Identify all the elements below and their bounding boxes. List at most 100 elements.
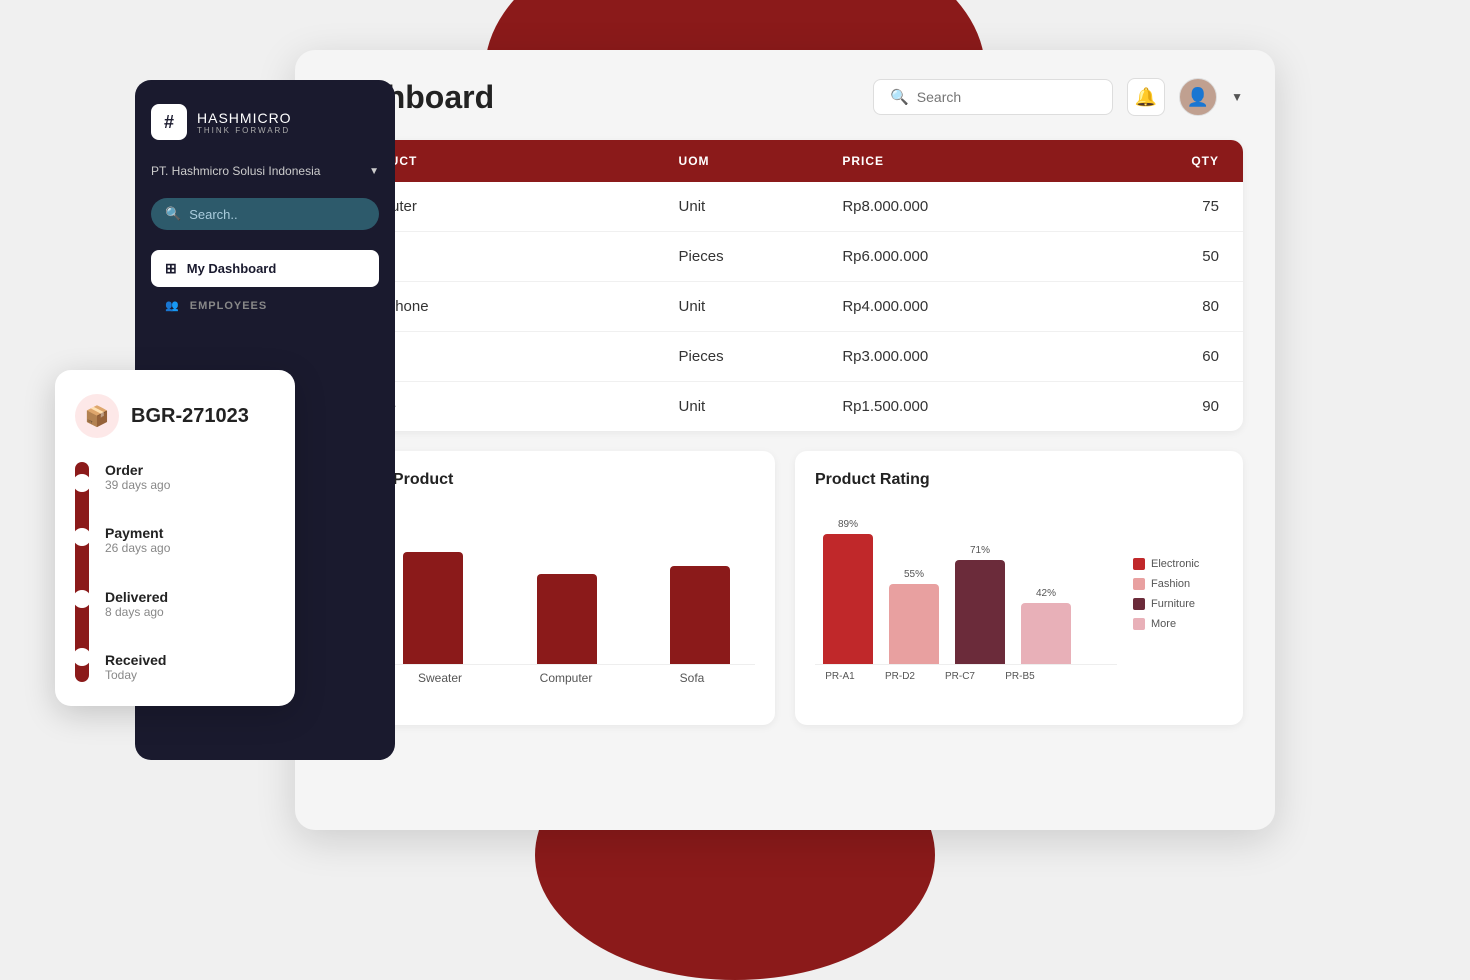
timeline-bar	[75, 462, 89, 682]
table-row: Computer Unit Rp8.000.000 75	[327, 182, 1243, 232]
scene: # HASHMICRO THINK FORWARD PT. Hashmicro …	[135, 50, 1335, 850]
cell-qty: 75	[1088, 198, 1219, 215]
rating-chart-inner: 89% 55% 71%	[815, 505, 1117, 665]
cell-price: Rp4.000.000	[842, 298, 1088, 315]
cell-uom: Unit	[679, 198, 843, 215]
bar-sofa	[645, 566, 755, 664]
user-avatar[interactable]: 👤	[1179, 78, 1217, 116]
tracker-timeline: Order 39 days ago Payment 26 days ago De…	[75, 462, 275, 682]
x-label-prb5: PR-B5	[995, 671, 1045, 682]
notification-button[interactable]: 🔔	[1127, 78, 1165, 116]
legend-label-fashion: Fashion	[1151, 578, 1190, 590]
legend-dot-electronic	[1133, 558, 1145, 570]
chevron-down-icon: ▼	[369, 166, 379, 177]
top3-chart-title: Top 3 Product	[347, 471, 755, 489]
x-axis-labels: Sweater Computer Sofa	[347, 671, 755, 685]
rating-bar-c7: 71%	[955, 545, 1005, 664]
cell-uom: Unit	[679, 398, 843, 415]
logo-area: # HASHMICRO THINK FORWARD	[151, 104, 379, 140]
cell-qty: 80	[1088, 298, 1219, 315]
sidebar-item-dashboard[interactable]: ⊞ My Dashboard	[151, 250, 379, 287]
search-bar[interactable]: 🔍	[873, 79, 1113, 115]
cell-qty: 50	[1088, 248, 1219, 265]
x-label-prc7: PR-C7	[935, 671, 985, 682]
timeline-dot-4	[73, 648, 91, 666]
top3-bar-chart: 80 60 40 20 0	[347, 505, 755, 705]
rating-chart-title: Product Rating	[815, 471, 1223, 489]
timeline-dot-2	[73, 528, 91, 546]
sidebar-search-bar[interactable]: 🔍	[151, 198, 379, 230]
rating-bar-c7-rect	[955, 560, 1005, 664]
cell-product: Sofa	[351, 248, 679, 265]
cell-product: Kursi	[351, 348, 679, 365]
main-panel: Dashboard 🔍 🔔 👤 ▼ PRODUCT UoM PRI	[295, 50, 1275, 830]
step-name-received: Received	[105, 652, 170, 668]
rating-bar-a1-rect	[823, 534, 873, 664]
tracker-icon: 📦	[75, 394, 119, 438]
table-row: Sofa Pieces Rp6.000.000 50	[327, 232, 1243, 282]
cell-product: Mouse	[351, 398, 679, 415]
logo-tagline: THINK FORWARD	[197, 126, 292, 135]
bar-sweater-rect	[403, 552, 463, 664]
cell-price: Rp6.000.000	[842, 248, 1088, 265]
step-name-delivered: Delivered	[105, 589, 170, 605]
cell-uom: Unit	[679, 298, 843, 315]
legend-label-furniture: Furniture	[1151, 598, 1195, 610]
table-row: Handphone Unit Rp4.000.000 80	[327, 282, 1243, 332]
rating-pct-b5: 42%	[1036, 588, 1056, 599]
rating-bars-area: 89% 55% 71%	[815, 505, 1117, 682]
table-row: Kursi Pieces Rp3.000.000 60	[327, 332, 1243, 382]
rating-legend: Electronic Fashion Furniture More	[1133, 505, 1223, 682]
col-price: PRICE	[842, 154, 1088, 168]
step-name-order: Order	[105, 462, 170, 478]
x-label-pra1: PR-A1	[815, 671, 865, 682]
legend-item-fashion: Fashion	[1133, 578, 1223, 590]
timeline-step-payment: Payment 26 days ago	[105, 525, 170, 583]
legend-dot-more	[1133, 618, 1145, 630]
search-input[interactable]	[917, 89, 1096, 105]
logo-icon: #	[151, 104, 187, 140]
package-icon: 📦	[85, 404, 110, 429]
step-time-order: 39 days ago	[105, 478, 170, 492]
avatar-icon: 👤	[1187, 87, 1209, 108]
rating-chart-body: 89% 55% 71%	[815, 505, 1223, 682]
bell-icon: 🔔	[1135, 87, 1157, 108]
timeline-dot-1	[73, 474, 91, 492]
rating-bar-a1: 89%	[823, 519, 873, 664]
cell-qty: 60	[1088, 348, 1219, 365]
rating-bar-d2: 55%	[889, 569, 939, 664]
company-name: PT. Hashmicro Solusi Indonesia	[151, 164, 320, 178]
col-uom: UoM	[679, 154, 843, 168]
logo-text: HASHMICRO THINK FORWARD	[197, 110, 292, 135]
bar-computer-rect	[537, 574, 597, 664]
chevron-down-icon[interactable]: ▼	[1231, 90, 1243, 104]
step-name-payment: Payment	[105, 525, 170, 541]
charts-row: Top 3 Product 80 60 40 20 0	[327, 451, 1243, 725]
cell-product: Handphone	[351, 298, 679, 315]
cell-product: Computer	[351, 198, 679, 215]
product-table: PRODUCT UoM PRICE QTY Computer Unit Rp8.…	[327, 140, 1243, 431]
legend-item-furniture: Furniture	[1133, 598, 1223, 610]
rating-x-labels: PR-A1 PR-D2 PR-C7 PR-B5	[815, 671, 1117, 682]
timeline-steps: Order 39 days ago Payment 26 days ago De…	[105, 462, 170, 682]
users-icon: 👥	[165, 300, 180, 312]
x-label-sofa: Sofa	[629, 671, 755, 685]
search-icon: 🔍	[890, 88, 909, 106]
timeline-dot-3	[73, 590, 91, 608]
cell-uom: Pieces	[679, 248, 843, 265]
sidebar-search-input[interactable]	[189, 207, 365, 222]
sidebar-section-employees: 👥 EMPLOYEES	[151, 291, 379, 316]
x-label-computer: Computer	[503, 671, 629, 685]
search-icon: 🔍	[165, 206, 181, 222]
sidebar-item-label-dashboard: My Dashboard	[187, 261, 277, 276]
timeline-step-order: Order 39 days ago	[105, 462, 170, 520]
rating-pct-d2: 55%	[904, 569, 924, 580]
cell-uom: Pieces	[679, 348, 843, 365]
table-row: Mouse Unit Rp1.500.000 90	[327, 382, 1243, 431]
legend-item-electronic: Electronic	[1133, 558, 1223, 570]
rating-bar-b5-rect	[1021, 603, 1071, 664]
company-select[interactable]: PT. Hashmicro Solusi Indonesia ▼	[151, 160, 379, 182]
table-header: PRODUCT UoM PRICE QTY	[327, 140, 1243, 182]
timeline-bar-container	[75, 462, 89, 682]
legend-label-more: More	[1151, 618, 1176, 630]
